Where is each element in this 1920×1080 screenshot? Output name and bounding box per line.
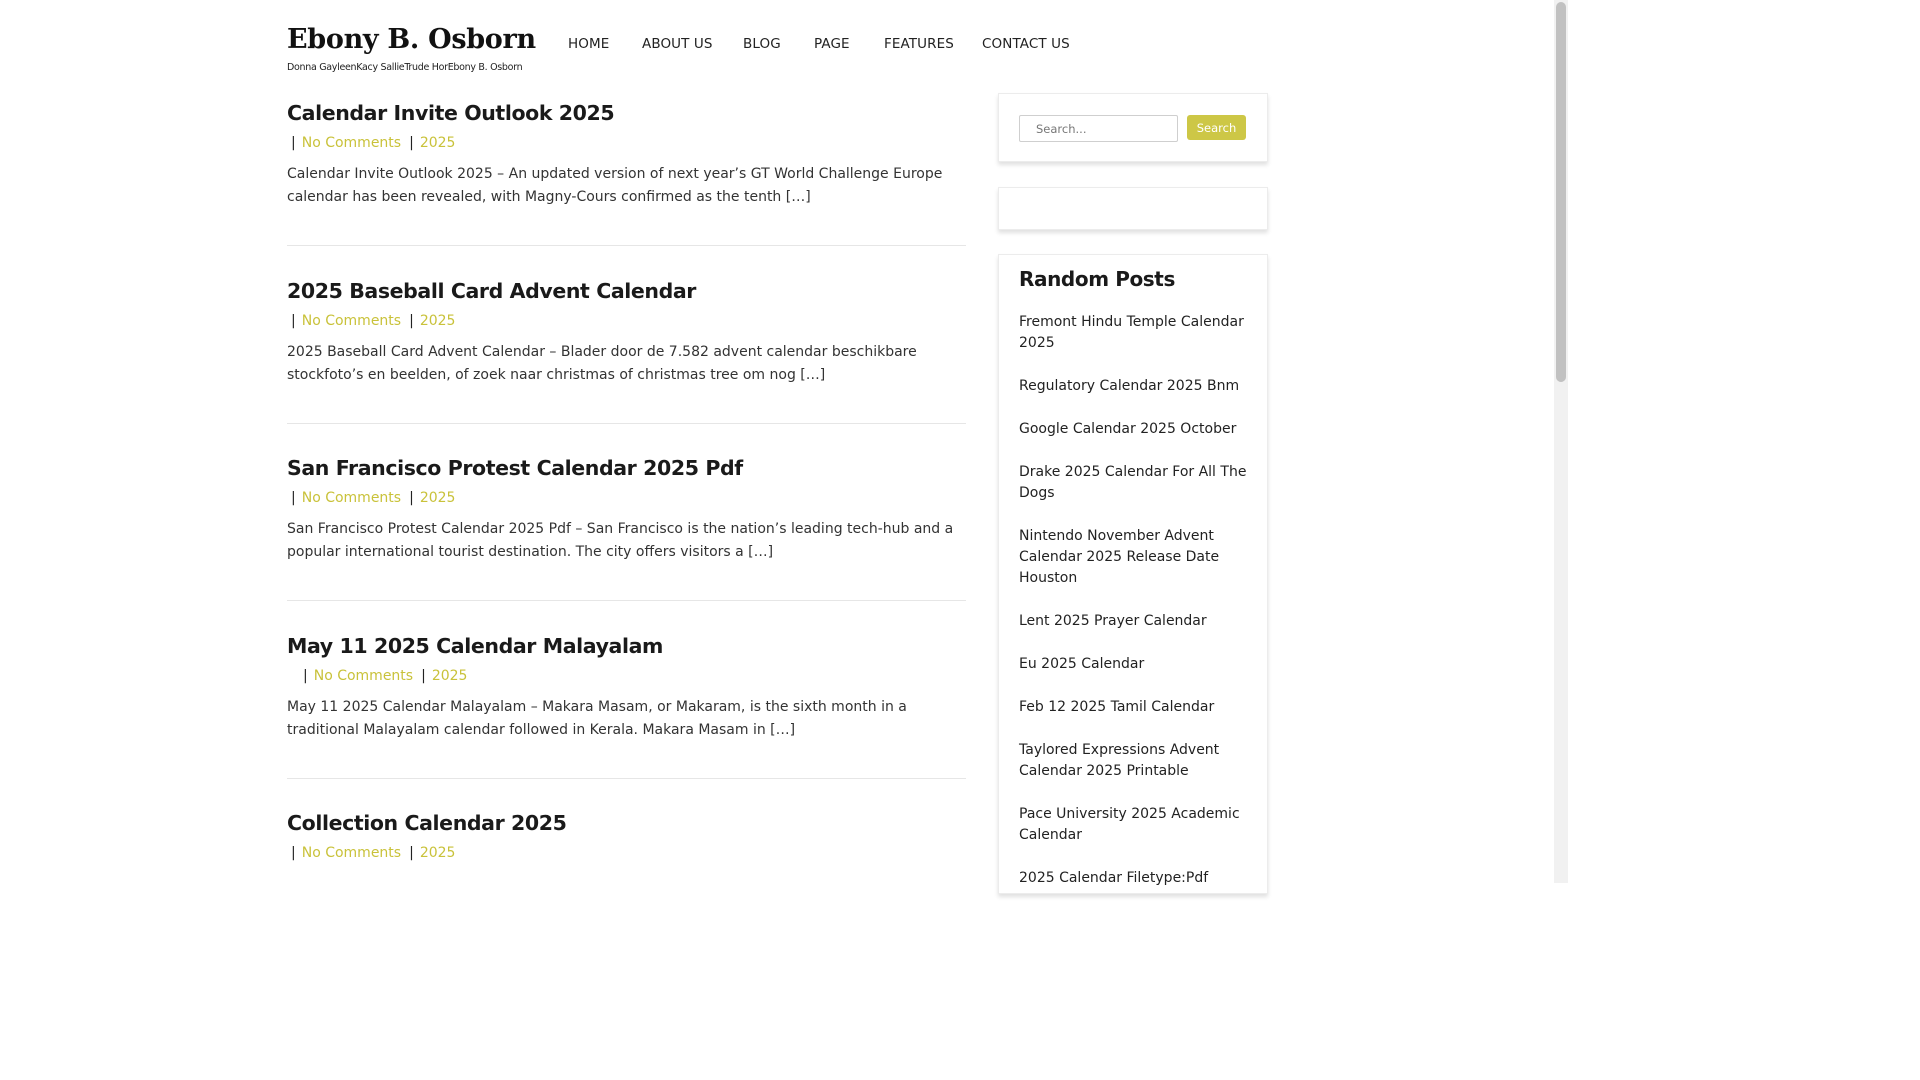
meta-separator: | [409,135,414,151]
comments-link[interactable]: No Comments [302,845,401,861]
post-meta: | No Comments | 2025 [287,313,966,329]
post: San Francisco Protest Calendar 2025 Pdf … [287,456,966,564]
category-link[interactable]: 2025 [420,313,456,329]
page-scrollbar[interactable] [1554,0,1568,883]
category-link[interactable]: 2025 [420,845,456,861]
post-title[interactable]: May 11 2025 Calendar Malayalam [287,634,966,658]
post: Collection Calendar 2025 | No Comments |… [287,811,966,861]
post-title[interactable]: San Francisco Protest Calendar 2025 Pdf [287,456,966,480]
comments-link[interactable]: No Comments [302,135,401,151]
category-link[interactable]: 2025 [420,490,456,506]
site-tagline: Donna GayleenKacy SallieTrude HorEbony B… [287,62,523,73]
random-post-link[interactable]: Google Calendar 2025 October [1019,419,1247,440]
random-posts-title: Random Posts [1019,267,1175,291]
random-post-link[interactable]: Feb 12 2025 Tamil Calendar [1019,697,1247,718]
search-input[interactable] [1019,115,1178,142]
random-posts-list: Fremont Hindu Temple Calendar 2025 Regul… [1019,312,1247,911]
nav-features[interactable]: FEATURES [884,36,982,52]
nav-home[interactable]: HOME [568,36,642,52]
post-meta: | No Comments | 2025 [287,845,966,861]
page: Ebony B. Osborn Donna GayleenKacy Sallie… [0,0,1568,894]
comments-link[interactable]: No Comments [314,668,413,684]
post-meta: | No Comments | 2025 [287,135,966,151]
meta-separator: | [303,668,308,684]
search-widget: Search [998,93,1268,162]
nav-page[interactable]: PAGE [814,36,884,52]
scrollbar-thumb[interactable] [1556,2,1566,382]
meta-separator: | [409,490,414,506]
post-divider [287,245,966,246]
post-excerpt: May 11 2025 Calendar Malayalam – Makara … [287,699,907,738]
site-title[interactable]: Ebony B. Osborn [287,24,536,55]
post-divider [287,600,966,601]
random-post-link[interactable]: Lent 2025 Prayer Calendar [1019,611,1247,632]
random-post-link[interactable]: Taylored Expressions Advent Calendar 202… [1019,740,1247,782]
post-title[interactable]: 2025 Baseball Card Advent Calendar [287,279,966,303]
post-meta: | No Comments | 2025 [287,490,966,506]
nav-blog[interactable]: BLOG [743,36,814,52]
post-title[interactable]: Collection Calendar 2025 [287,811,966,835]
comments-link[interactable]: No Comments [302,313,401,329]
post-excerpt: 2025 Baseball Card Advent Calendar – Bla… [287,344,917,383]
empty-widget [998,187,1268,230]
post: 2025 Baseball Card Advent Calendar | No … [287,279,966,387]
meta-separator: | [421,668,426,684]
post: May 11 2025 Calendar Malayalam | No Comm… [287,634,966,742]
post-title[interactable]: Calendar Invite Outlook 2025 [287,101,966,125]
post-divider [287,778,966,779]
post-excerpt: San Francisco Protest Calendar 2025 Pdf … [287,521,954,560]
category-link[interactable]: 2025 [432,668,468,684]
category-link[interactable]: 2025 [420,135,456,151]
meta-separator: | [291,313,296,329]
comments-link[interactable]: No Comments [302,490,401,506]
meta-separator: | [291,490,296,506]
nav-about-us[interactable]: ABOUT US [642,36,743,52]
random-posts-widget: Random Posts Fremont Hindu Temple Calend… [998,254,1268,894]
post-excerpt: Calendar Invite Outlook 2025 – An update… [287,166,943,205]
random-post-link[interactable]: Nintendo November Advent Calendar 2025 R… [1019,526,1247,589]
post-divider [287,423,966,424]
random-post-link[interactable]: 2025 Calendar Filetype:Pdf [1019,868,1247,889]
meta-separator: | [409,313,414,329]
nav-contact-us[interactable]: CONTACT US [982,36,1070,52]
search-button[interactable]: Search [1187,115,1246,140]
meta-separator: | [291,845,296,861]
post-meta: | No Comments | 2025 [287,668,966,684]
random-post-link[interactable]: Drake 2025 Calendar For All The Dogs [1019,462,1247,504]
main-nav: HOME ABOUT US BLOG PAGE FEATURES CONTACT… [550,36,1070,52]
random-post-link[interactable]: Regulatory Calendar 2025 Bnm [1019,376,1247,397]
random-post-link[interactable]: Pace University 2025 Academic Calendar [1019,804,1247,846]
meta-separator: | [291,135,296,151]
random-post-link[interactable]: Fremont Hindu Temple Calendar 2025 [1019,312,1247,354]
post: Calendar Invite Outlook 2025 | No Commen… [287,101,966,209]
meta-separator: | [409,845,414,861]
random-post-link[interactable]: Eu 2025 Calendar [1019,654,1247,675]
